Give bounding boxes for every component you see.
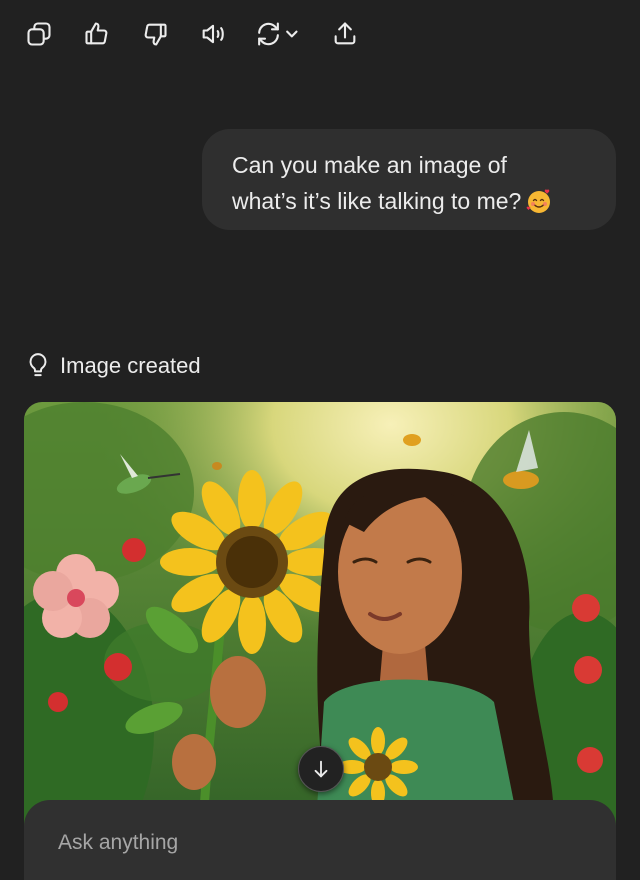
share-button[interactable] [328, 17, 362, 51]
scroll-to-bottom-button[interactable] [298, 746, 344, 792]
user-message-text: what’s it’s like talking to me? [232, 188, 522, 214]
copy-icon [27, 22, 51, 46]
bad-response-button[interactable] [138, 17, 172, 51]
regenerate-button[interactable] [254, 17, 304, 51]
ask-anything-input[interactable] [56, 830, 560, 856]
image-created-label: Image created [60, 353, 201, 378]
message-action-toolbar [22, 14, 386, 54]
regenerate-icon [258, 22, 298, 46]
message-composer [24, 800, 616, 880]
thumbs-down-icon [144, 23, 167, 46]
user-message-line-2: what’s it’s like talking to me? [232, 183, 588, 219]
user-message-line-1: Can you make an image of [232, 152, 507, 178]
smiling-face-with-hearts-icon [527, 189, 551, 213]
lightbulb-icon [29, 353, 47, 377]
speaker-icon [202, 24, 224, 44]
share-icon [334, 22, 356, 45]
read-aloud-button[interactable] [196, 17, 230, 51]
thumbs-up-icon [85, 22, 108, 45]
copy-button[interactable] [22, 17, 56, 51]
good-response-button[interactable] [80, 17, 114, 51]
image-created-status: Image created [26, 352, 201, 380]
user-message-bubble: Can you make an image of what’s it’s lik… [202, 129, 616, 230]
arrow-down-icon [314, 760, 328, 778]
